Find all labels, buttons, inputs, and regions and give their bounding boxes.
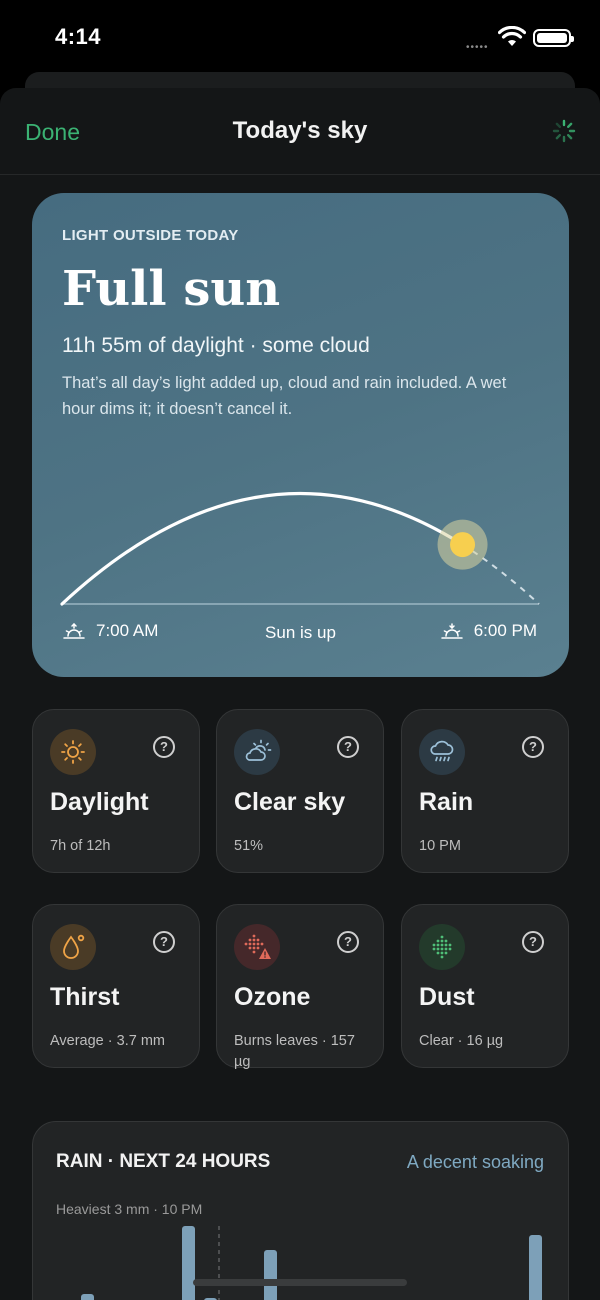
help-icon[interactable]: ? (522, 931, 544, 953)
rain-bar (264, 1250, 277, 1300)
sun-path-elapsed (60, 491, 465, 606)
tile-title: Daylight (50, 788, 149, 816)
tile-daylight[interactable]: ? Daylight 7h of 12h (32, 709, 200, 873)
sun-icon (50, 729, 96, 775)
sunset-icon (440, 623, 463, 639)
loading-spinner-icon (552, 119, 576, 143)
dust-icon (419, 924, 465, 970)
tile-subtitle: 7h of 12h (50, 838, 111, 854)
partly-cloudy-icon (234, 729, 280, 775)
water-drop-icon (50, 924, 96, 970)
tile-title: Clear sky (234, 788, 346, 816)
page-title: Today's sky (232, 117, 368, 144)
cellular-signal-icon: ••••• (466, 42, 489, 53)
tile-dust[interactable]: ? Dust Clear · 16 µg (401, 904, 569, 1068)
battery-icon (533, 29, 574, 47)
help-icon[interactable]: ? (337, 736, 359, 758)
rain-bar (81, 1294, 94, 1300)
rain-bar (529, 1235, 542, 1300)
rain-bar (182, 1226, 195, 1300)
tile-title: Rain (419, 788, 474, 816)
tile-title: Dust (419, 983, 475, 1011)
sunset-time: 6:00 PM (473, 621, 537, 640)
sky-sheet: Done Today's sky LIGHT OUTSIDE TODAY Ful… (0, 88, 600, 1300)
tile-thirst[interactable]: ? Thirst Average · 3.7 mm (32, 904, 200, 1068)
tile-subtitle: Burns leaves · 157 µg (234, 1033, 355, 1070)
ozone-warning-icon (234, 924, 280, 970)
rain-cloud-icon (419, 729, 465, 775)
nav-bar: Done Today's sky (0, 88, 600, 175)
help-icon[interactable]: ? (153, 931, 175, 953)
tile-title: Ozone (234, 983, 311, 1011)
sun-position-marker (450, 532, 476, 558)
sunset-info: 6:00 PM (440, 621, 537, 641)
tile-subtitle: Clear · 16 µg (419, 1033, 504, 1049)
sun-path-diagram (60, 491, 540, 606)
status-time: 4:14 (55, 24, 102, 49)
help-icon[interactable]: ? (337, 931, 359, 953)
rain-bar-chart (81, 1226, 542, 1300)
tile-subtitle: 10 PM (419, 838, 461, 854)
rain-forecast-card: RAIN · NEXT 24 HOURS A decent soaking He… (32, 1121, 569, 1300)
tile-ozone[interactable]: ? Ozone Burns leaves · 157 µg (216, 904, 384, 1070)
help-icon[interactable]: ? (522, 736, 544, 758)
wifi-icon (498, 26, 526, 46)
home-indicator[interactable] (193, 1279, 407, 1286)
tile-rain[interactable]: ? Rain 10 PM (401, 709, 569, 873)
tile-clear-sky[interactable]: ? Clear sky 51% (216, 709, 384, 873)
tile-subtitle: 51% (234, 838, 264, 854)
light-summary-card: LIGHT OUTSIDE TODAY Full sun 11h 55m of … (32, 193, 569, 677)
tile-subtitle: Average · 3.7 mm (50, 1033, 165, 1049)
tile-title: Thirst (50, 983, 120, 1011)
status-bar: 4:14 ••••• (0, 0, 600, 72)
help-icon[interactable]: ? (153, 736, 175, 758)
